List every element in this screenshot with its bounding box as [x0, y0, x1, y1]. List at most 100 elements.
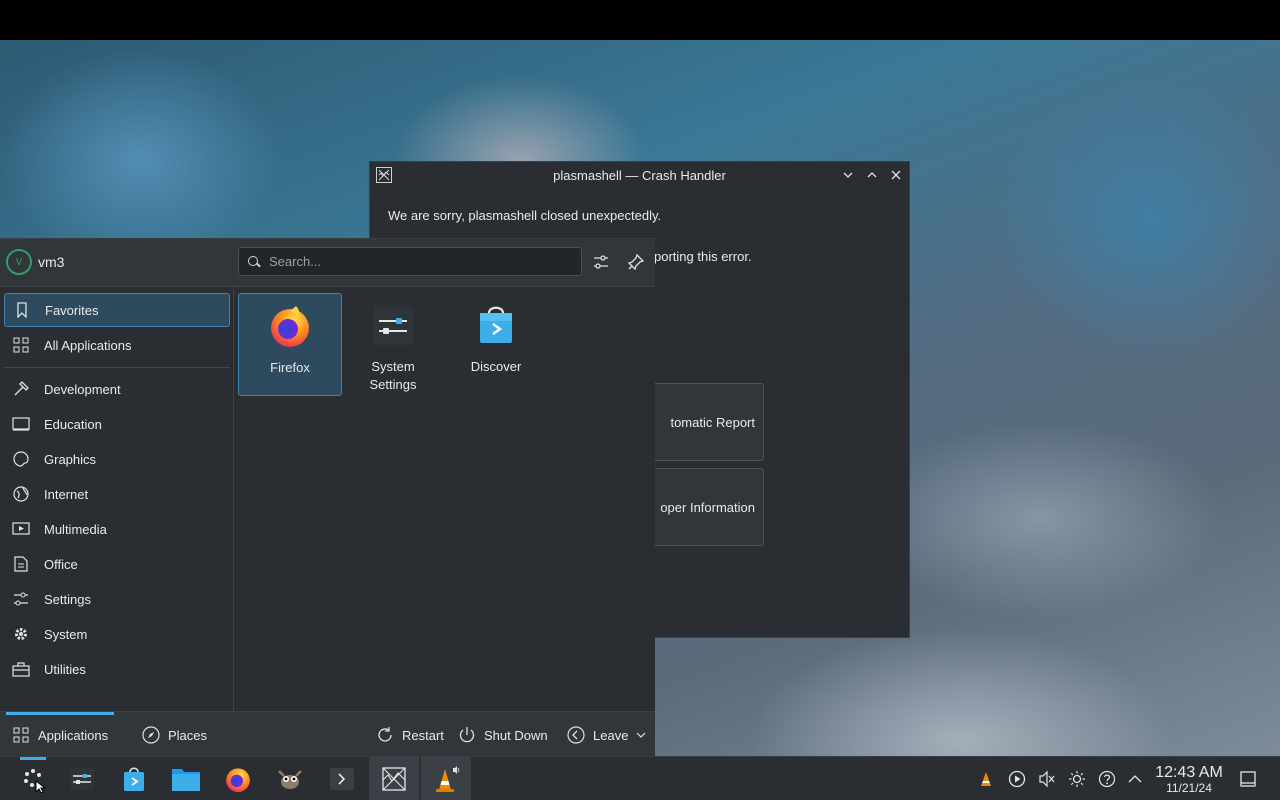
search-icon	[247, 255, 261, 269]
maximize-button[interactable]	[865, 168, 879, 182]
category-settings[interactable]: Settings	[4, 582, 230, 616]
launcher-header: V vm3	[0, 239, 655, 287]
favorite-system-settings[interactable]: System Settings	[341, 293, 445, 396]
firefox-icon	[226, 768, 250, 793]
category-label: Education	[44, 416, 102, 432]
application-launcher-button[interactable]	[8, 757, 58, 800]
category-office[interactable]: Office	[4, 547, 230, 581]
clock[interactable]: 12:43 AM 11/21/24	[1150, 764, 1228, 795]
category-multimedia[interactable]: Multimedia	[4, 512, 230, 546]
discover-icon	[124, 767, 144, 791]
category-label: Settings	[44, 591, 91, 607]
tab-places[interactable]: Places	[142, 712, 207, 758]
category-system[interactable]: System	[4, 617, 230, 651]
power-icon	[458, 726, 476, 744]
gear-icon	[12, 625, 30, 643]
favorite-label: Discover	[470, 359, 522, 374]
brightness-icon[interactable]	[1067, 769, 1087, 789]
media-icon	[12, 520, 30, 538]
chevron-up-icon[interactable]	[1125, 769, 1145, 789]
globe-icon	[12, 485, 30, 503]
shutdown-label: Shut Down	[484, 727, 548, 743]
crash-handler-app-icon[interactable]	[376, 167, 392, 183]
restart-label: Restart	[402, 727, 444, 743]
taskbar-discover[interactable]	[109, 757, 159, 800]
category-label: Multimedia	[44, 521, 107, 537]
search-box[interactable]	[238, 247, 582, 276]
close-button[interactable]	[889, 168, 903, 182]
sidebar-divider	[4, 367, 230, 368]
terminal-icon	[330, 768, 354, 790]
user-name: vm3	[38, 254, 65, 270]
configure-icon[interactable]	[591, 252, 611, 272]
clock-date: 11/21/24	[1166, 781, 1212, 795]
category-all-applications[interactable]: All Applications	[4, 328, 230, 362]
favorite-label: System Settings	[369, 359, 417, 392]
shutdown-button[interactable]: Shut Down	[458, 712, 548, 758]
show-desktop-icon[interactable]	[1238, 769, 1258, 789]
category-favorites[interactable]: Favorites	[4, 293, 230, 327]
taskbar-gimp[interactable]	[265, 757, 315, 800]
taskbar-system-settings[interactable]	[57, 757, 107, 800]
category-label: Favorites	[45, 302, 99, 318]
category-label: Utilities	[44, 661, 86, 677]
taskbar-vlc[interactable]	[421, 757, 471, 800]
volume-muted-icon[interactable]	[1037, 769, 1057, 789]
category-label: Internet	[44, 486, 89, 502]
leave-button[interactable]: Leave	[567, 712, 646, 758]
category-internet[interactable]: Internet	[4, 477, 230, 511]
category-development[interactable]: Development	[4, 372, 230, 406]
crash-message-partial: porting this error.	[654, 249, 752, 264]
taskbar-crash-handler[interactable]	[369, 757, 419, 800]
category-label: Development	[44, 381, 121, 397]
favorite-label: Firefox	[270, 360, 310, 375]
crash-handler-titlebar[interactable]: plasmashell — Crash Handler	[370, 162, 909, 188]
discover-icon	[480, 306, 512, 343]
minimize-button[interactable]	[841, 168, 855, 182]
taskbar-files[interactable]	[161, 757, 211, 800]
category-graphics[interactable]: Graphics	[4, 442, 230, 476]
compass-icon	[142, 726, 160, 744]
grid-icon	[12, 726, 30, 744]
category-label: All Applications	[44, 337, 132, 353]
crash-message: We are sorry, plasmashell closed unexpec…	[388, 208, 662, 223]
category-education[interactable]: Education	[4, 407, 230, 441]
bookmark-icon	[13, 301, 31, 319]
media-player-icon[interactable]	[1007, 769, 1027, 789]
taskbar-terminal[interactable]	[317, 757, 367, 800]
favorite-firefox[interactable]: Firefox	[238, 293, 342, 396]
tab-applications[interactable]: Applications	[6, 712, 114, 758]
grid-icon	[12, 336, 30, 354]
tab-label: Places	[168, 727, 208, 743]
taskbar-firefox[interactable]	[213, 757, 263, 800]
category-label: System	[44, 626, 88, 642]
monitor-icon	[12, 415, 30, 433]
avatar[interactable]: V	[6, 249, 32, 275]
vlc-icon	[436, 766, 460, 792]
hammer-icon	[12, 380, 30, 398]
pin-icon[interactable]	[626, 252, 646, 272]
taskbar: 12:43 AM 11/21/24	[0, 756, 1280, 800]
gimp-icon	[278, 770, 302, 789]
vlc-tray-icon[interactable]	[976, 769, 996, 789]
toolbox-icon	[12, 660, 30, 678]
system-settings-icon	[373, 305, 413, 345]
window-title: plasmashell — Crash Handler	[553, 167, 726, 183]
search-input[interactable]	[269, 254, 569, 269]
chevron-down-icon	[636, 728, 646, 743]
files-icon	[172, 769, 200, 791]
restart-button[interactable]: Restart	[376, 712, 444, 758]
favorite-discover[interactable]: Discover	[444, 293, 548, 396]
category-sidebar: Favorites All Applications Development E…	[0, 287, 234, 711]
system-settings-icon	[70, 768, 94, 790]
crash-handler-icon	[382, 767, 406, 791]
document-icon	[12, 555, 30, 573]
category-utilities[interactable]: Utilities	[4, 652, 230, 686]
sliders-icon	[12, 590, 30, 608]
category-label: Office	[44, 556, 78, 572]
category-label: Graphics	[44, 451, 97, 467]
restart-icon	[376, 726, 394, 744]
application-launcher-icon	[24, 769, 47, 793]
leave-label: Leave	[593, 727, 629, 743]
help-icon[interactable]	[1097, 769, 1117, 789]
